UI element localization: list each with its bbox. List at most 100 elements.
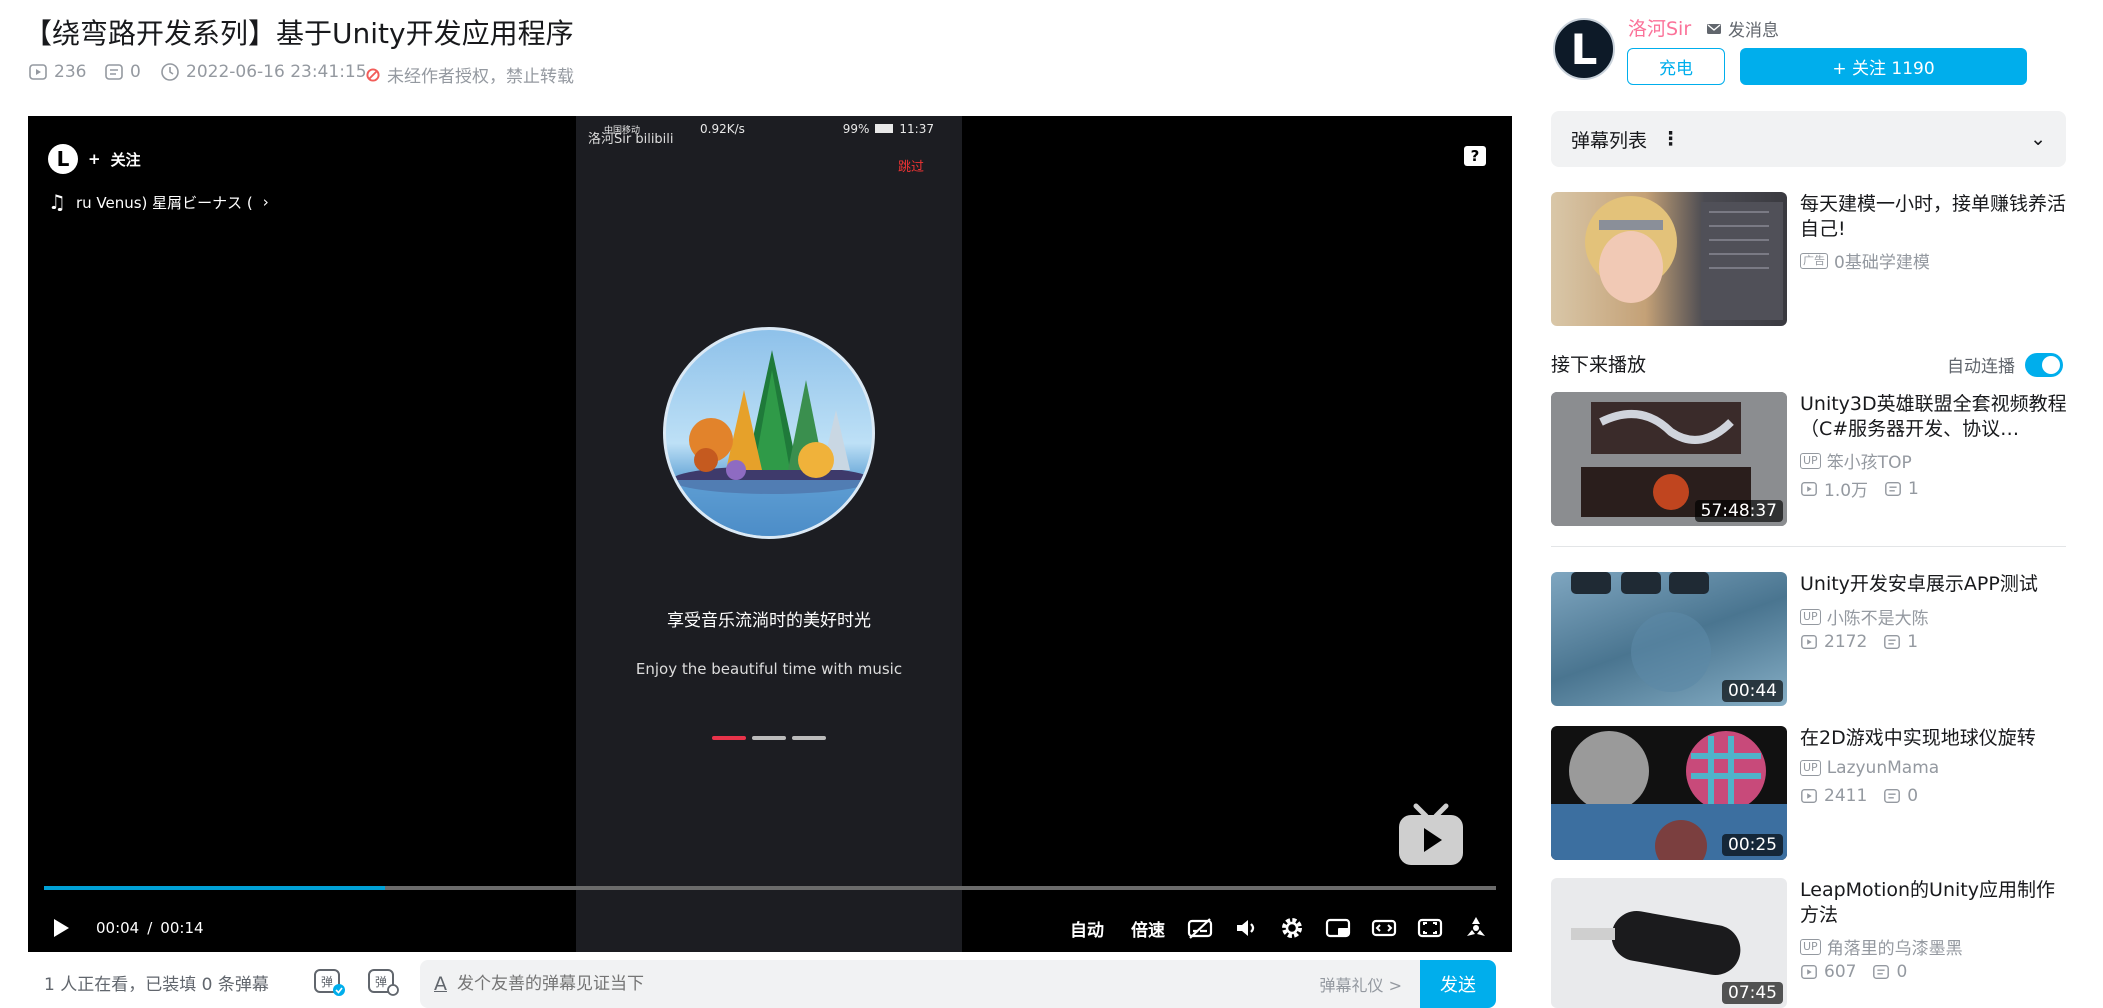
rec-thumbnail[interactable]: 57:48:37 [1551,392,1787,526]
rec-title[interactable]: Unity开发安卓展示APP测试 [1800,572,2068,597]
up-tag: UP [1800,938,1821,955]
play-count-icon [29,64,47,80]
rec-title[interactable]: LeapMotion的Unity应用制作方法 [1800,878,2068,928]
music-info[interactable]: ♫ ru Venus) 星屑ビーナス ( › [48,190,269,214]
web-fullscreen-icon [1417,918,1443,938]
clock-text: 11:37 [899,122,934,136]
fullscreen-button[interactable] [1462,904,1490,952]
danmaku-count-value: 0 [130,62,141,82]
send-message-link[interactable]: 发消息 [1706,16,1779,41]
rec-views: 607 [1824,962,1857,982]
widescreen-button[interactable] [1370,904,1398,952]
widescreen-icon [1371,919,1397,937]
battery-icon [875,124,894,133]
up-tag: UP [1800,760,1821,776]
rec-comments: 0 [1907,786,1919,806]
rec-uploader[interactable]: UP LazyunMama [1800,758,1939,778]
rec-uploader[interactable]: UP 小陈不是大陈 [1800,604,1929,629]
rec-uploader[interactable]: UP 角落里的乌漆墨黑 [1800,934,1963,959]
send-button[interactable]: 发送 [1420,960,1496,1008]
video-frame: 中国移动 0.92K/s 99% 11:37 洛河Sir bilibili 跳过 [576,116,962,952]
divider [1551,546,2066,547]
danmaku-settings-icon[interactable]: 弹 [366,966,400,998]
music-text: ru Venus) 星屑ビーナス ( [75,193,253,212]
progress-bar[interactable] [44,886,1496,890]
publish-time: 2022-06-16 23:41:15 [160,62,367,82]
autoplay-toggle[interactable] [2025,352,2063,377]
time-separator: / [147,919,153,937]
chevron-down-icon[interactable]: ⌄ [2030,128,2046,150]
skip-label: 跳过 [897,160,924,175]
rec-stats: 2172 1 [1800,632,1918,652]
rec-duration: 00:44 [1722,680,1783,702]
music-note-icon: ♫ [48,190,66,214]
follow-button[interactable]: + 关注 1190 [1740,48,2027,85]
publish-time-value: 2022-06-16 23:41:15 [186,62,367,82]
rec-uploader[interactable]: UP 笨小孩TOP [1800,448,1912,473]
ad-thumbnail[interactable] [1551,192,1787,326]
send-message-label: 发消息 [1728,21,1779,41]
danmaku-list-header[interactable]: 弹幕列表 ⋮ ⌄ [1551,111,2066,167]
battery-text: 99% [842,122,870,136]
phone-caption-en: Enjoy the beautiful time with music [635,660,903,678]
ad-title[interactable]: 每天建模一小时，接单赚钱养活自己! [1800,192,2068,242]
rec-views: 2411 [1824,786,1868,806]
speed-button[interactable]: 倍速 [1131,904,1165,952]
phone-logo: 洛河Sir bilibili [588,132,674,147]
rec-duration: 57:48:37 [1694,500,1783,522]
carousel-dots [712,736,832,742]
danmaku-toggle-icon[interactable]: 弹 [312,966,346,998]
copyright-notice: 未经作者授权，禁止转载 [365,62,574,87]
view-count-value: 236 [54,62,87,82]
up-tag: UP [1800,608,1821,625]
rec-title[interactable]: Unity3D英雄联盟全套视频教程（C#服务器开发、协议… [1800,392,2068,442]
gear-icon [1282,918,1302,938]
pip-button[interactable] [1324,904,1352,952]
rec-title[interactable]: 在2D游戏中实现地球仪旋转 [1800,726,2068,751]
rec-thumbnail[interactable]: 07:45 [1551,878,1787,1008]
settings-button[interactable] [1278,904,1306,952]
dot [752,736,786,740]
up-avatar[interactable]: L [1553,18,1615,80]
subtitle-button[interactable] [1186,904,1214,952]
time-current: 00:04 [96,919,140,937]
rec-views: 2172 [1824,632,1868,652]
more-icon[interactable]: ⋮ [1661,128,1680,150]
ad-source: 广告 0基础学建模 [1800,248,1930,273]
autoplay-control[interactable]: 自动连播 [1947,352,2063,377]
volume-button[interactable] [1232,904,1260,952]
svg-text:弹: 弹 [375,975,387,989]
rec-thumbnail[interactable]: 00:25 [1551,726,1787,860]
rec-stats: 1.0万 1 [1800,476,1919,501]
danmaku-input[interactable] [457,974,1310,994]
rec-stats: 2411 0 [1800,786,1918,806]
rec-uploader-name: 小陈不是大陈 [1826,609,1929,629]
rec-uploader-name: 角落里的乌漆墨黑 [1826,939,1963,959]
video-player[interactable]: 中国移动 0.92K/s 99% 11:37 洛河Sir bilibili 跳过 [28,116,1512,952]
bilibili-tv-icon [1399,803,1463,865]
rec-uploader-name: LazyunMama [1826,758,1940,778]
text-style-icon[interactable]: A [434,973,447,995]
dot [792,736,826,740]
up-name[interactable]: 洛河Sir [1628,14,1691,41]
player-follow-label: 关注 [110,150,141,169]
rec-comments: 1 [1907,632,1919,652]
up-tag: UP [1800,452,1821,469]
rec-comments: 1 [1908,478,1919,499]
player-follow[interactable]: L + 关注 [48,144,141,174]
rec-thumbnail[interactable]: 00:44 [1551,572,1787,706]
danmaku-count: 0 [104,62,141,82]
network-speed: 0.92K/s [700,122,745,136]
quality-button[interactable]: 自动 [1070,904,1104,952]
danmaku-etiquette-link[interactable]: 弹幕礼仪 > [1320,972,1421,996]
charge-button[interactable]: 充电 [1627,48,1725,85]
web-fullscreen-button[interactable] [1416,904,1444,952]
rec-views: 1.0万 [1824,481,1869,501]
ad-uploader[interactable]: 0基础学建模 [1834,248,1930,273]
play-count-icon [1801,481,1817,496]
video-title: 【绕弯路开发系列】基于Unity开发应用程序 [24,17,574,50]
time-display: 00:04 / 00:14 [96,904,204,952]
danmaku-icon [1884,788,1901,804]
help-icon[interactable]: ? [1464,146,1486,166]
play-button[interactable] [46,904,74,952]
